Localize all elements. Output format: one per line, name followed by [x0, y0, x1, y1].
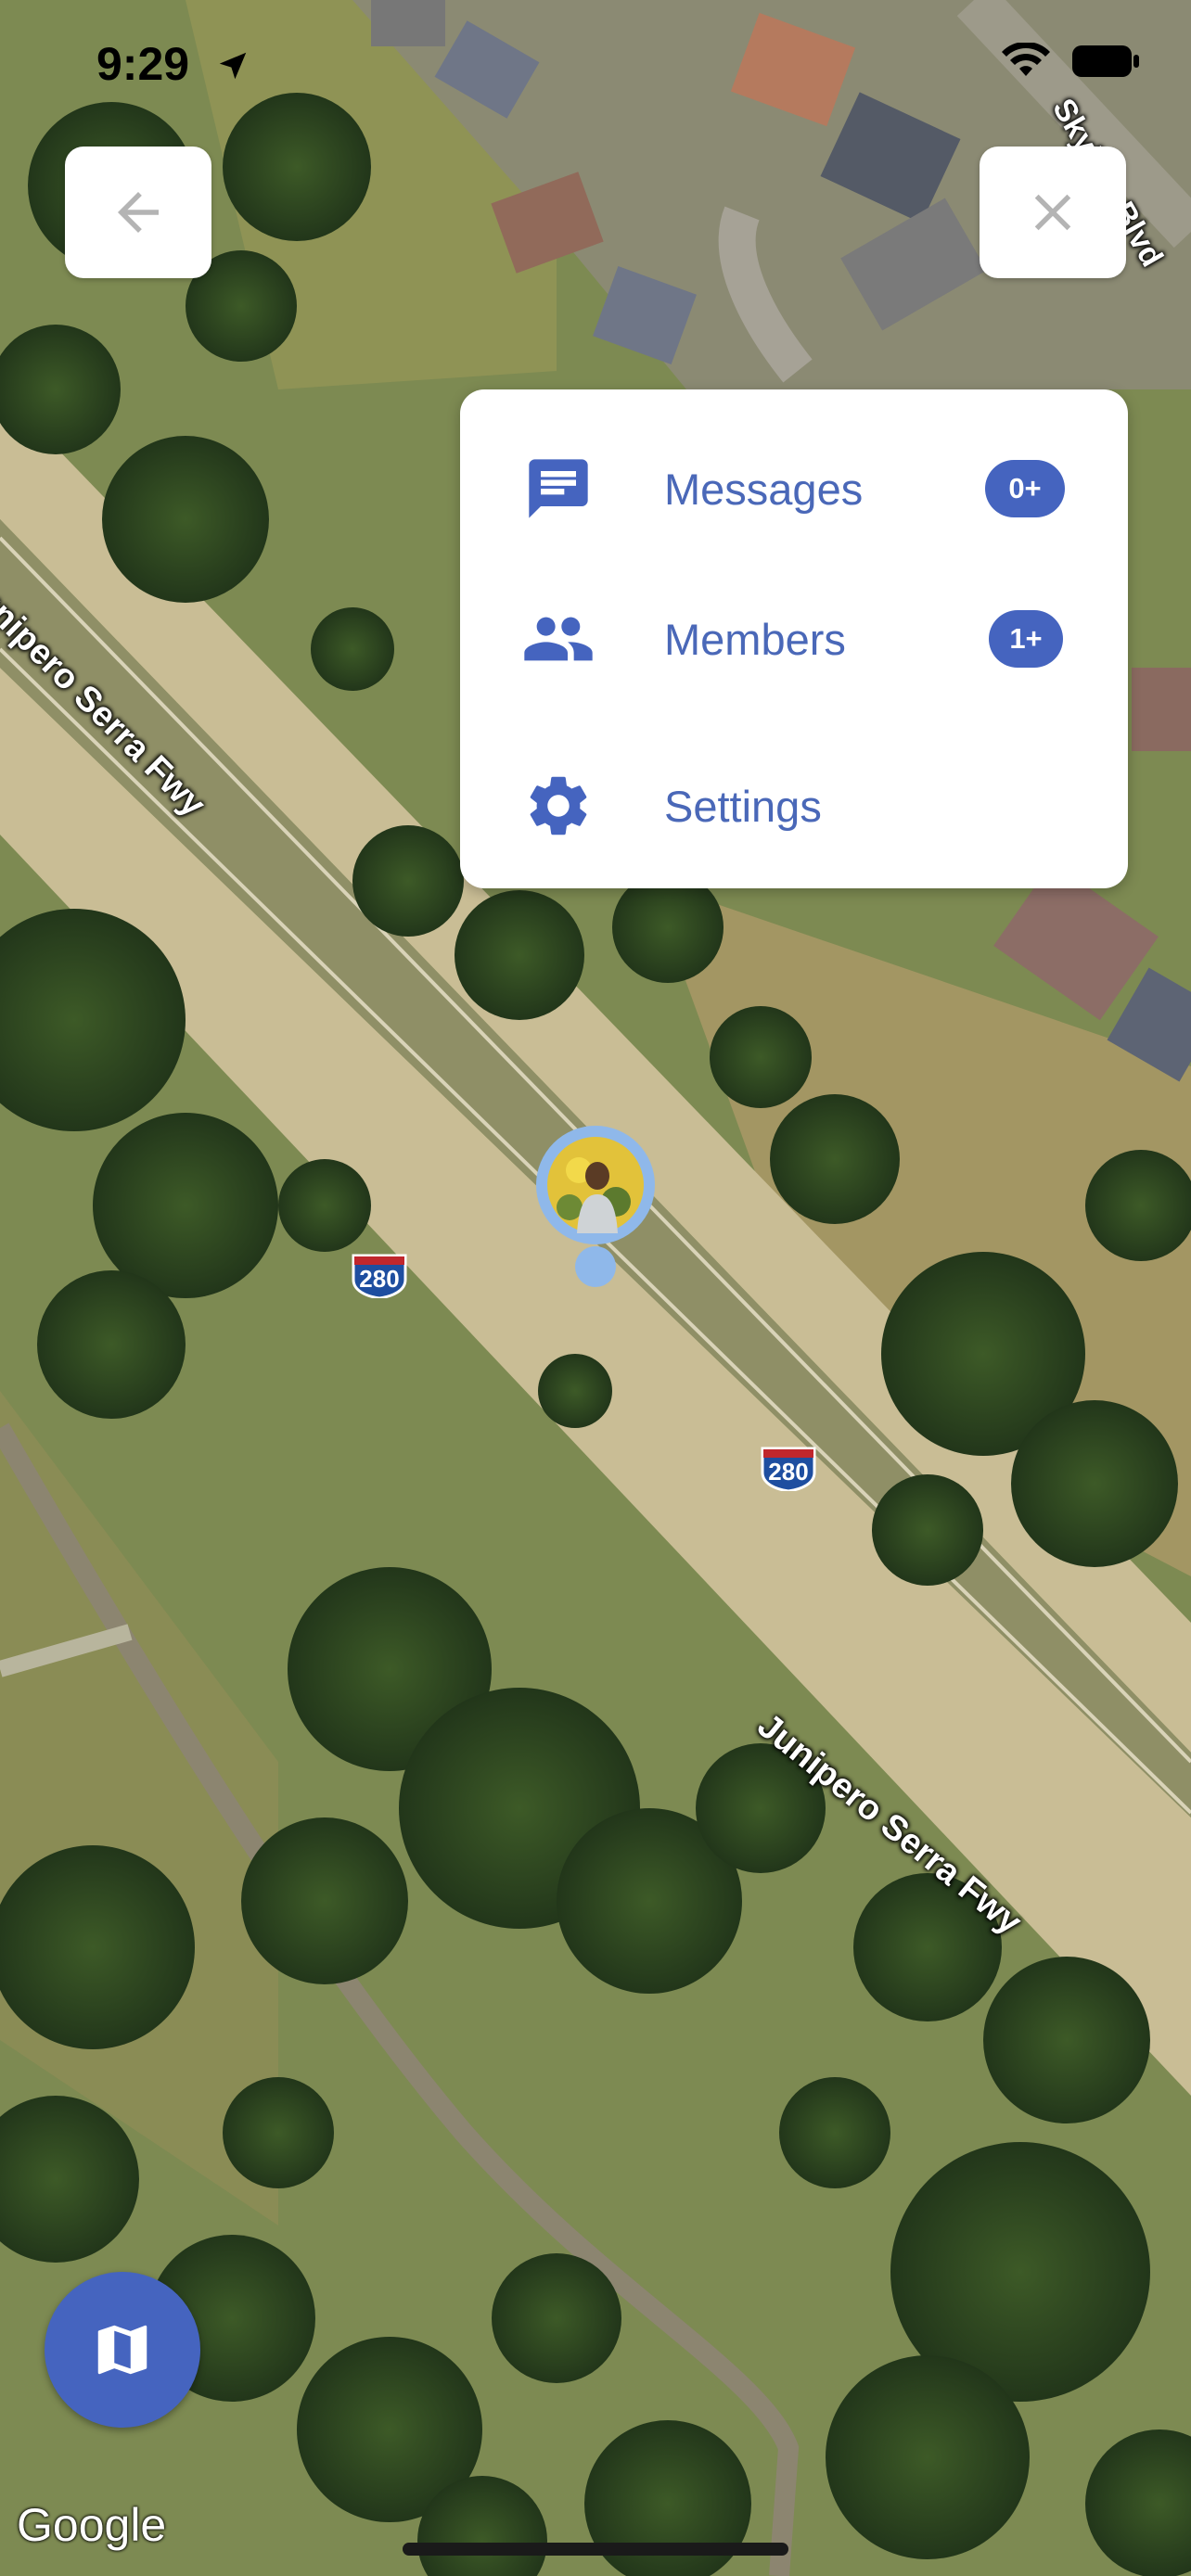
menu-item-label: Messages	[664, 464, 864, 514]
members-count-badge: 1+	[989, 610, 1063, 668]
menu-item-label: Members	[664, 614, 846, 664]
close-icon	[1034, 194, 1071, 231]
battery-icon	[1072, 45, 1139, 77]
menu-item-label: Settings	[664, 781, 822, 831]
member-location-pin[interactable]	[532, 1122, 659, 1289]
status-time: 9:29	[96, 38, 190, 90]
close-button[interactable]	[980, 147, 1126, 278]
people-icon	[521, 602, 596, 676]
interstate-shield-280: 280	[759, 1445, 818, 1491]
avatar	[547, 1137, 644, 1233]
wifi-icon	[1002, 43, 1050, 76]
status-icons	[1000, 43, 1139, 80]
gear-icon	[521, 769, 596, 843]
interstate-shield-280: 280	[350, 1252, 409, 1298]
options-menu: Messages 0+ Members 1+ Settings	[460, 389, 1128, 888]
message-icon	[521, 452, 596, 526]
google-attribution[interactable]: Google	[17, 2498, 166, 2552]
map-type-button[interactable]	[45, 2272, 200, 2428]
messages-count-badge: 0+	[985, 460, 1065, 517]
menu-item-messages[interactable]: Messages 0+	[460, 406, 1128, 571]
map-icon	[97, 2325, 147, 2375]
menu-item-settings[interactable]: Settings	[460, 723, 1128, 888]
back-button[interactable]	[65, 147, 211, 278]
menu-item-members[interactable]: Members 1+	[460, 556, 1128, 721]
home-indicator[interactable]	[403, 2543, 788, 2556]
location-arrow-icon	[219, 52, 247, 80]
arrow-left-icon	[118, 192, 159, 233]
